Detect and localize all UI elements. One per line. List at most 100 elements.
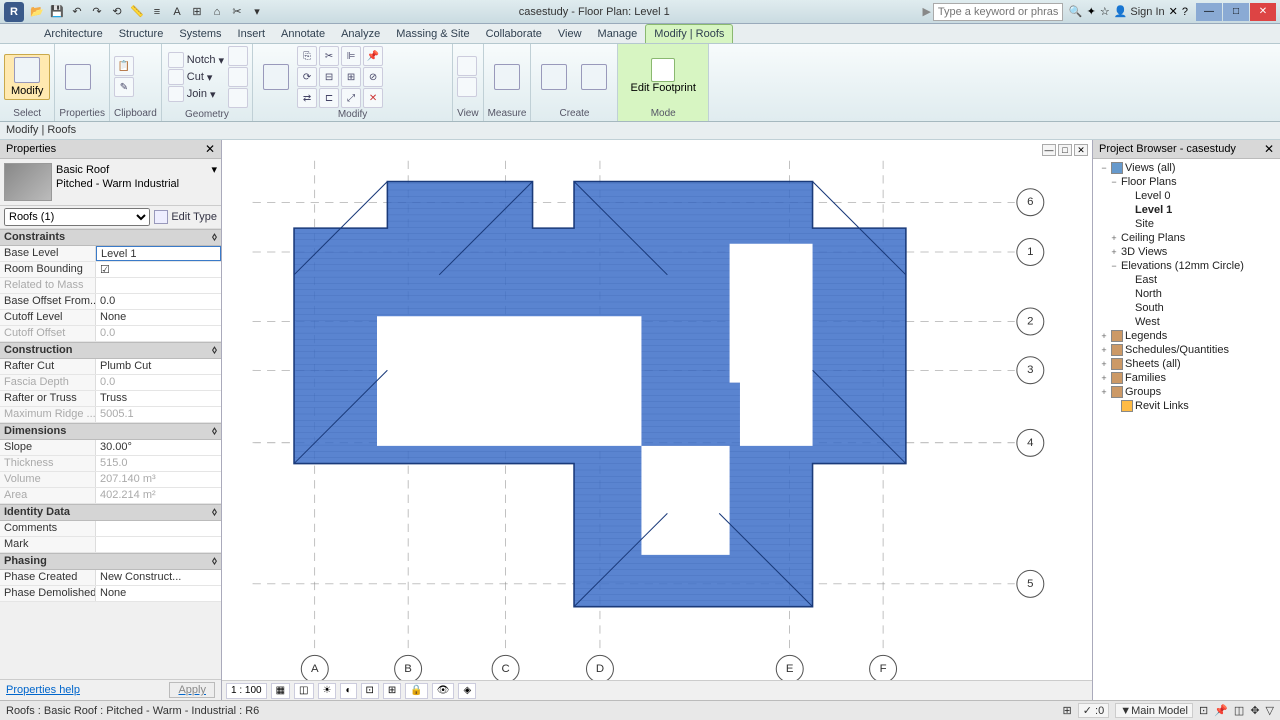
property-row[interactable]: Maximum Ridge ...5005.1 [0, 407, 221, 423]
property-row[interactable]: Phase CreatedNew Construct... [0, 570, 221, 586]
type-selector[interactable]: Basic RoofPitched - Warm Industrial ▾ [0, 159, 221, 206]
property-row[interactable]: Base LevelLevel 1 [0, 246, 221, 262]
undo-icon[interactable]: ↶ [68, 3, 86, 21]
view-max-icon[interactable]: □ [1058, 144, 1072, 156]
sync-icon[interactable]: ⟲ [108, 3, 126, 21]
open-icon[interactable]: 📂 [28, 3, 46, 21]
match-icon[interactable]: ✎ [114, 77, 134, 97]
tree-node[interactable]: +3D Views [1095, 245, 1278, 259]
property-row[interactable]: Comments [0, 521, 221, 537]
property-row[interactable]: Room Bounding☑ [0, 262, 221, 278]
reveal-icon[interactable]: ◈ [458, 683, 476, 699]
thin-lines-icon[interactable]: ⊞ [188, 3, 206, 21]
pin-button[interactable]: 📌 [363, 46, 383, 66]
align-icon[interactable]: ≡ [148, 3, 166, 21]
help-icon[interactable]: ? [1182, 6, 1188, 18]
exchange-apps-icon[interactable]: ✕ [1169, 5, 1178, 18]
save-icon[interactable]: 💾 [48, 3, 66, 21]
property-row[interactable]: Cutoff Offset0.0 [0, 326, 221, 342]
tree-node[interactable]: +Families [1095, 371, 1278, 385]
chevron-down-icon[interactable]: ▾ [211, 163, 217, 176]
tree-node[interactable]: East [1095, 273, 1278, 287]
tab-analyze[interactable]: Analyze [333, 25, 388, 43]
tree-node[interactable]: −Views (all) [1095, 161, 1278, 175]
tab-modify-roofs[interactable]: Modify | Roofs [645, 24, 733, 43]
view-min-icon[interactable]: — [1042, 144, 1056, 156]
close-button[interactable]: ✕ [1250, 3, 1276, 21]
properties-help-link[interactable]: Properties help [6, 684, 80, 696]
detail-level-icon[interactable]: ▦ [271, 683, 290, 699]
lock-icon[interactable]: 🔒 [405, 683, 427, 699]
notch-button[interactable]: Notch▾ [166, 52, 226, 68]
tab-architecture[interactable]: Architecture [36, 25, 111, 43]
move-button[interactable] [257, 62, 295, 92]
geom-tool-2[interactable] [228, 67, 248, 87]
tree-node[interactable]: Level 1 [1095, 203, 1278, 217]
drag-icon[interactable]: ✥ [1250, 704, 1259, 717]
properties-button[interactable] [59, 62, 97, 92]
measure-button[interactable] [488, 62, 526, 92]
tree-node[interactable]: West [1095, 315, 1278, 329]
tree-node[interactable]: +Sheets (all) [1095, 357, 1278, 371]
trim-button[interactable]: ✂ [319, 46, 339, 66]
property-row[interactable]: Rafter or TrussTruss [0, 391, 221, 407]
shadows-icon[interactable]: ◐ [340, 683, 356, 699]
3d-icon[interactable]: ⌂ [208, 3, 226, 21]
tab-systems[interactable]: Systems [171, 25, 229, 43]
filter-icon[interactable]: ▽ [1266, 704, 1274, 717]
measure-icon[interactable]: 📏 [128, 3, 146, 21]
tree-node[interactable]: +Ceiling Plans [1095, 231, 1278, 245]
crop-region-icon[interactable]: ⊞ [383, 683, 401, 699]
offset-button[interactable]: ⊏ [319, 88, 339, 108]
section-icon[interactable]: ✂ [228, 3, 246, 21]
apply-button[interactable]: Apply [169, 682, 215, 698]
modify-tool-button[interactable]: Modify [4, 54, 50, 100]
join-button[interactable]: Join▾ [166, 86, 226, 102]
tree-node[interactable]: −Floor Plans [1095, 175, 1278, 189]
temp-hide-icon[interactable]: 👁 [432, 683, 455, 699]
category-filter[interactable]: Roofs (1) [4, 208, 150, 226]
tab-collaborate[interactable]: Collaborate [478, 25, 550, 43]
select-links-icon[interactable]: ⊡ [1199, 704, 1208, 717]
group-constraints[interactable]: Constraints⬨ [0, 229, 221, 246]
geom-tool-1[interactable] [228, 46, 248, 66]
selection-count[interactable]: ✓ :0 [1078, 703, 1109, 718]
tab-annotate[interactable]: Annotate [273, 25, 333, 43]
tab-structure[interactable]: Structure [111, 25, 172, 43]
cut-button[interactable]: Cut▾ [166, 69, 226, 85]
unpin-button[interactable]: ⊘ [363, 67, 383, 87]
group-phasing[interactable]: Phasing⬨ [0, 553, 221, 570]
tree-node[interactable]: +Legends [1095, 329, 1278, 343]
group-identity-data[interactable]: Identity Data⬨ [0, 504, 221, 521]
view-close-icon[interactable]: ✕ [1074, 144, 1088, 156]
edit-type-button[interactable]: Edit Type [154, 210, 217, 224]
close-browser-icon[interactable]: ✕ [1264, 142, 1274, 156]
property-row[interactable]: Related to Mass [0, 278, 221, 294]
sun-path-icon[interactable]: ☀ [318, 683, 337, 699]
redo-icon[interactable]: ↷ [88, 3, 106, 21]
tree-node[interactable]: South [1095, 301, 1278, 315]
view-tool-1[interactable] [457, 56, 477, 76]
tree-node[interactable]: +Groups [1095, 385, 1278, 399]
crop-icon[interactable]: ⊡ [361, 683, 379, 699]
property-row[interactable]: Rafter CutPlumb Cut [0, 359, 221, 375]
paste-icon[interactable]: 📋 [114, 56, 134, 76]
mirror-button[interactable]: ⇄ [297, 88, 317, 108]
delete-button[interactable]: ✕ [363, 88, 383, 108]
tree-node[interactable]: Revit Links [1095, 399, 1278, 413]
tree-node[interactable]: +Schedules/Quantities [1095, 343, 1278, 357]
maximize-button[interactable]: □ [1223, 3, 1249, 21]
tree-node[interactable]: North [1095, 287, 1278, 301]
property-row[interactable]: Thickness515.0 [0, 456, 221, 472]
array-button[interactable]: ⊞ [341, 67, 361, 87]
geom-tool-3[interactable] [228, 88, 248, 108]
tree-node[interactable]: Level 0 [1095, 189, 1278, 203]
tab-insert[interactable]: Insert [230, 25, 274, 43]
group-construction[interactable]: Construction⬨ [0, 342, 221, 359]
subscription-icon[interactable]: 🔍 [1069, 5, 1083, 18]
split-button[interactable]: ⊟ [319, 67, 339, 87]
worksets-icon[interactable]: ⊞ [1063, 704, 1072, 717]
scale-button[interactable]: ⤢ [341, 88, 361, 108]
property-row[interactable]: Phase DemolishedNone [0, 586, 221, 602]
app-icon[interactable]: R [4, 2, 24, 22]
